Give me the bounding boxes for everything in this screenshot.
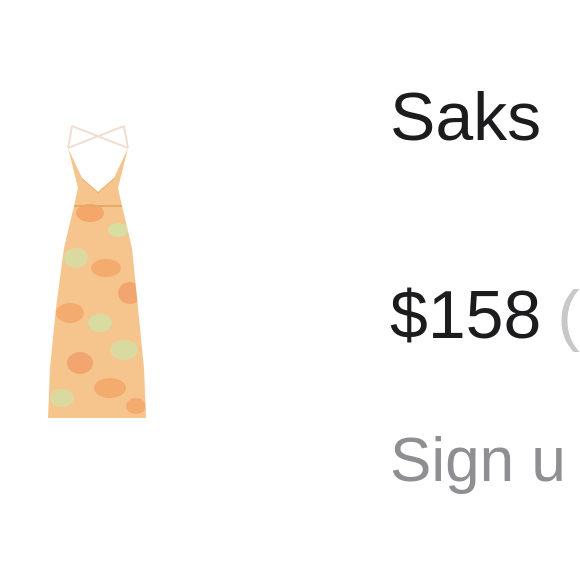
signup-link[interactable]: Sign u bbox=[390, 424, 566, 498]
product-price: $158 bbox=[390, 277, 542, 353]
price-row: $158( bbox=[390, 276, 580, 354]
product-card[interactable]: Saks $158( Sign u bbox=[0, 0, 580, 580]
price-extra: ( bbox=[557, 277, 580, 353]
dress-product-image[interactable] bbox=[40, 118, 155, 426]
retailer-name: Saks bbox=[390, 79, 542, 155]
